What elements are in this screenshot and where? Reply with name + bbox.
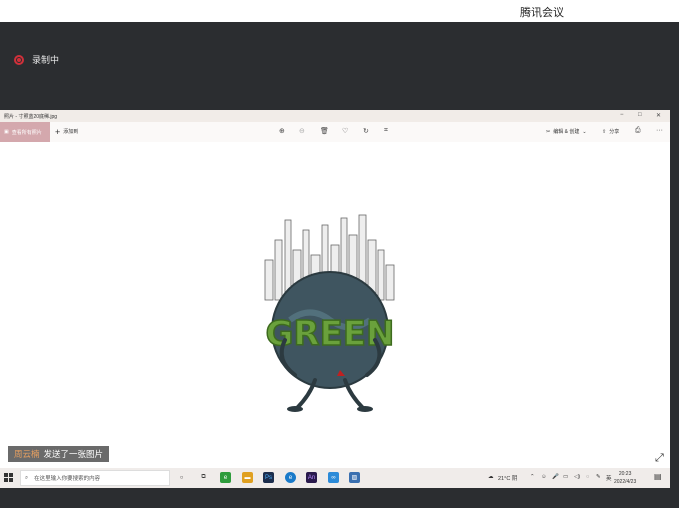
- crop-icon[interactable]: ⌗: [384, 127, 388, 135]
- save-icon: ▣: [4, 129, 9, 135]
- weather-icon: ☁: [488, 474, 494, 480]
- zoom-out-icon[interactable]: ⊖: [299, 127, 305, 135]
- view-all-photos-label: 查看所有照片: [11, 129, 42, 136]
- share-icon: ⇪: [602, 128, 607, 135]
- recording-label: 录制中: [32, 55, 60, 65]
- minimize-icon[interactable]: −: [620, 112, 624, 118]
- clock-time: 20:23: [618, 471, 632, 477]
- task-view-icon[interactable]: ⧉: [198, 472, 209, 483]
- edge-icon[interactable]: e: [285, 472, 296, 483]
- tencent-meeting-icon[interactable]: ∞: [328, 472, 339, 483]
- recording-indicator[interactable]: 录制中: [14, 53, 59, 66]
- microphone-icon[interactable]: 🎤: [552, 474, 559, 480]
- rotate-icon[interactable]: ↻: [363, 127, 369, 135]
- photoshop-icon[interactable]: Ps: [263, 472, 274, 483]
- tray-chevron-up-icon[interactable]: ⌃: [530, 474, 535, 480]
- edit-create-label: 编辑 & 创建: [553, 129, 580, 135]
- favorite-icon[interactable]: ♡: [342, 127, 348, 135]
- photos-app-icon[interactable]: ▨: [349, 472, 360, 483]
- search-icon: ⌕: [25, 474, 29, 481]
- artwork-text: GREEN: [266, 314, 395, 354]
- photos-window-title: 照片 - 寸照蓝20底稀.jpg: [4, 114, 58, 120]
- add-to-button[interactable]: + 添加到: [55, 126, 79, 137]
- edit-icon: ✂: [546, 128, 551, 135]
- app-title-bar: 腾讯会议: [0, 0, 679, 22]
- delete-icon[interactable]: 🗑: [320, 127, 329, 135]
- share-label: 分享: [609, 129, 620, 135]
- battery-icon[interactable]: ▭: [563, 474, 568, 480]
- meeting-footer: [0, 488, 679, 508]
- taskbar-search-placeholder: 在这里输入你要搜索的内容: [34, 476, 101, 482]
- system-clock[interactable]: 20:23 2022/4/23: [614, 470, 636, 486]
- photos-title-bar: 照片 - 寸照蓝20底稀.jpg − □ ✕: [0, 110, 670, 122]
- fullscreen-icon[interactable]: ⤢: [655, 452, 664, 465]
- shared-screen: 照片 - 寸照蓝20底稀.jpg − □ ✕ ▣ 查看所有照片 + 添加到 ⊕ …: [0, 110, 670, 488]
- meeting-header: [0, 22, 679, 110]
- close-icon[interactable]: ✕: [656, 112, 661, 119]
- photos-toolbar: ▣ 查看所有照片 + 添加到 ⊕ ⊖ 🗑 ♡ ↻ ⌗ ✂ 编辑 & 创建 ⌄ ⇪…: [0, 122, 670, 142]
- plus-icon: +: [55, 126, 61, 137]
- edit-create-button[interactable]: ✂ 编辑 & 创建 ⌄: [546, 128, 587, 136]
- weather-label[interactable]: 21°C 阴: [498, 474, 517, 482]
- app-title: 腾讯会议: [520, 7, 564, 19]
- chat-sender: 周云楠: [14, 449, 40, 459]
- more-icon[interactable]: ···: [656, 127, 663, 134]
- app-green-icon[interactable]: e: [220, 472, 231, 483]
- chevron-down-icon: ⌄: [582, 128, 587, 135]
- input-method-label[interactable]: 英: [606, 474, 612, 482]
- windows-taskbar: ⌕ 在这里输入你要搜索的内容 ○ ⧉ e ▬ Ps e An ∞ ▨ ☁ 21°…: [0, 468, 670, 488]
- maximize-icon[interactable]: □: [638, 112, 642, 118]
- tray-app-icon[interactable]: ☺: [541, 474, 547, 480]
- clock-date: 2022/4/23: [614, 479, 637, 485]
- file-explorer-icon[interactable]: ▬: [242, 472, 253, 483]
- right-edge: [670, 110, 679, 488]
- notification-icon[interactable]: ▤: [654, 472, 662, 481]
- windows-start-icon[interactable]: [4, 473, 13, 482]
- view-all-photos-button[interactable]: ▣ 查看所有照片: [0, 122, 50, 142]
- volume-icon[interactable]: ◁): [574, 474, 580, 480]
- green-globe-artwork: GREEN: [264, 214, 395, 412]
- network-icon[interactable]: ◌: [586, 474, 589, 480]
- taskbar-search[interactable]: ⌕ 在这里输入你要搜索的内容: [20, 470, 170, 486]
- chat-message: 发送了一张图片: [43, 449, 104, 459]
- chat-notification[interactable]: 周云楠 发送了一张图片: [8, 446, 110, 462]
- record-icon: [14, 54, 24, 65]
- cortana-icon[interactable]: ○: [176, 472, 187, 483]
- share-button[interactable]: ⇪ 分享: [602, 128, 620, 136]
- pen-icon[interactable]: ✎: [596, 474, 601, 480]
- add-to-label: 添加到: [63, 129, 79, 135]
- animate-icon[interactable]: An: [306, 472, 317, 483]
- zoom-in-icon[interactable]: ⊕: [279, 127, 285, 135]
- print-icon[interactable]: ⎙: [635, 127, 641, 135]
